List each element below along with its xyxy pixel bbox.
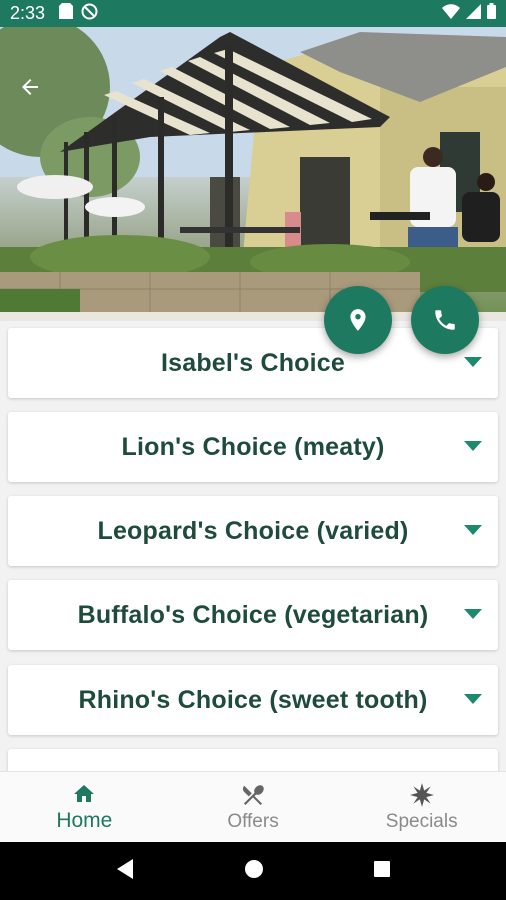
menu-item-label: Buffalo's Choice (vegetarian) bbox=[77, 600, 429, 629]
arrow-left-icon bbox=[22, 79, 38, 95]
no-data-icon bbox=[81, 3, 98, 25]
nav-label-offers: Offers bbox=[227, 810, 279, 832]
status-bar: 2:33 bbox=[0, 0, 506, 27]
phone-button[interactable] bbox=[411, 286, 479, 354]
expand-arrow-icon bbox=[464, 357, 482, 367]
menu-item-label: Lion's Choice (meaty) bbox=[121, 432, 385, 461]
expand-arrow-icon bbox=[464, 525, 482, 535]
menu-item-label: Isabel's Choice bbox=[160, 348, 346, 377]
bottom-navigation: Home Offers Specials bbox=[0, 771, 506, 842]
menu-item-leopards-choice[interactable]: Leopard's Choice (varied) bbox=[8, 496, 498, 566]
fork-knife-icon bbox=[242, 784, 264, 805]
nav-offers[interactable]: Offers bbox=[169, 772, 338, 842]
hero-image bbox=[0, 27, 506, 321]
menu-item-label: Rhino's Choice (sweet tooth) bbox=[78, 685, 428, 714]
nav-label-specials: Specials bbox=[385, 810, 458, 832]
home-circle-icon[interactable] bbox=[244, 859, 264, 884]
menu-item-lions-choice[interactable]: Lion's Choice (meaty) bbox=[8, 412, 498, 482]
sparkle-icon bbox=[409, 782, 434, 807]
menu-item-rhinos-choice[interactable]: Rhino's Choice (sweet tooth) bbox=[8, 665, 498, 735]
wifi-icon bbox=[442, 3, 460, 24]
nav-home[interactable]: Home bbox=[0, 772, 169, 842]
phone-icon bbox=[435, 310, 455, 330]
menu-item-label: Leopard's Choice (varied) bbox=[97, 516, 409, 545]
back-triangle-icon[interactable] bbox=[115, 858, 135, 885]
sd-card-icon bbox=[59, 3, 74, 24]
restaurant-terrace-photo bbox=[0, 27, 506, 321]
location-pin-icon bbox=[350, 309, 366, 331]
location-button[interactable] bbox=[324, 286, 392, 354]
expand-arrow-icon bbox=[464, 441, 482, 451]
home-icon bbox=[74, 784, 95, 802]
signal-icon bbox=[466, 3, 481, 24]
back-button[interactable] bbox=[18, 75, 54, 111]
battery-icon bbox=[487, 3, 496, 24]
expand-arrow-icon bbox=[464, 609, 482, 619]
nav-label-home: Home bbox=[56, 808, 113, 832]
expand-arrow-icon bbox=[464, 694, 482, 704]
nav-specials[interactable]: Specials bbox=[337, 772, 506, 842]
menu-item-buffalos-choice[interactable]: Buffalo's Choice (vegetarian) bbox=[8, 580, 498, 650]
system-navigation-bar bbox=[0, 842, 506, 900]
recents-square-icon[interactable] bbox=[373, 860, 391, 883]
status-time: 2:33 bbox=[10, 3, 46, 23]
